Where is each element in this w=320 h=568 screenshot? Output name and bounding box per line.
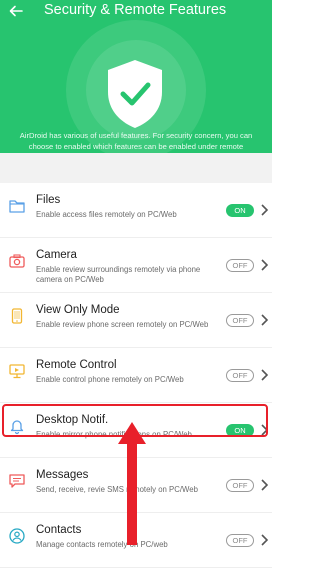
feature-title: Remote Control <box>36 359 117 371</box>
feature-row-camera[interactable]: Camera Enable review surroundings remote… <box>0 238 272 293</box>
chevron-right-icon[interactable] <box>259 368 269 382</box>
message-icon <box>9 474 25 488</box>
shield-check-icon <box>108 60 162 128</box>
feature-title: Contacts <box>36 524 82 536</box>
phone-icon <box>11 308 23 324</box>
chevron-right-icon[interactable] <box>259 258 269 272</box>
feature-toggle[interactable]: OFF <box>226 479 254 492</box>
feature-title: Camera <box>36 249 77 261</box>
header-description: AirDroid has various of useful features.… <box>19 131 253 151</box>
feature-subtitle: Enable access files remotely on PC/Web <box>36 210 177 219</box>
annotation-arrow-icon <box>118 422 146 545</box>
section-divider <box>0 153 272 183</box>
feature-subtitle: Enable review phone screen remotely on P… <box>36 320 209 329</box>
chevron-right-icon[interactable] <box>259 478 269 492</box>
feature-toggle[interactable]: OFF <box>226 369 254 382</box>
page-title: Security & Remote Features <box>44 2 227 18</box>
feature-title: View Only Mode <box>36 304 120 316</box>
feature-toggle[interactable]: OFF <box>226 259 254 272</box>
feature-title: Files <box>36 194 61 206</box>
chevron-right-icon[interactable] <box>259 313 269 327</box>
arrow-left-icon <box>9 5 23 17</box>
feature-subtitle: Enable review surroundings remotely via … <box>36 265 201 284</box>
feature-row-view-only[interactable]: View Only Mode Enable review phone scree… <box>0 293 272 348</box>
back-button[interactable] <box>5 0 27 22</box>
feature-toggle[interactable]: OFF <box>226 314 254 327</box>
camera-icon <box>9 254 25 268</box>
contact-icon <box>9 528 25 544</box>
folder-icon <box>9 200 25 213</box>
feature-row-files[interactable]: Files Enable access files remotely on PC… <box>0 183 272 238</box>
header: Security & Remote Features AirDroid has … <box>0 0 272 153</box>
chevron-right-icon[interactable] <box>259 203 269 217</box>
feature-title: Messages <box>36 469 89 481</box>
monitor-icon <box>9 364 25 379</box>
feature-subtitle: Enable control phone remotely on PC/Web <box>36 375 184 384</box>
feature-toggle[interactable]: OFF <box>226 534 254 547</box>
feature-toggle[interactable]: ON <box>226 204 254 217</box>
feature-row-remote-control[interactable]: Remote Control Enable control phone remo… <box>0 348 272 403</box>
